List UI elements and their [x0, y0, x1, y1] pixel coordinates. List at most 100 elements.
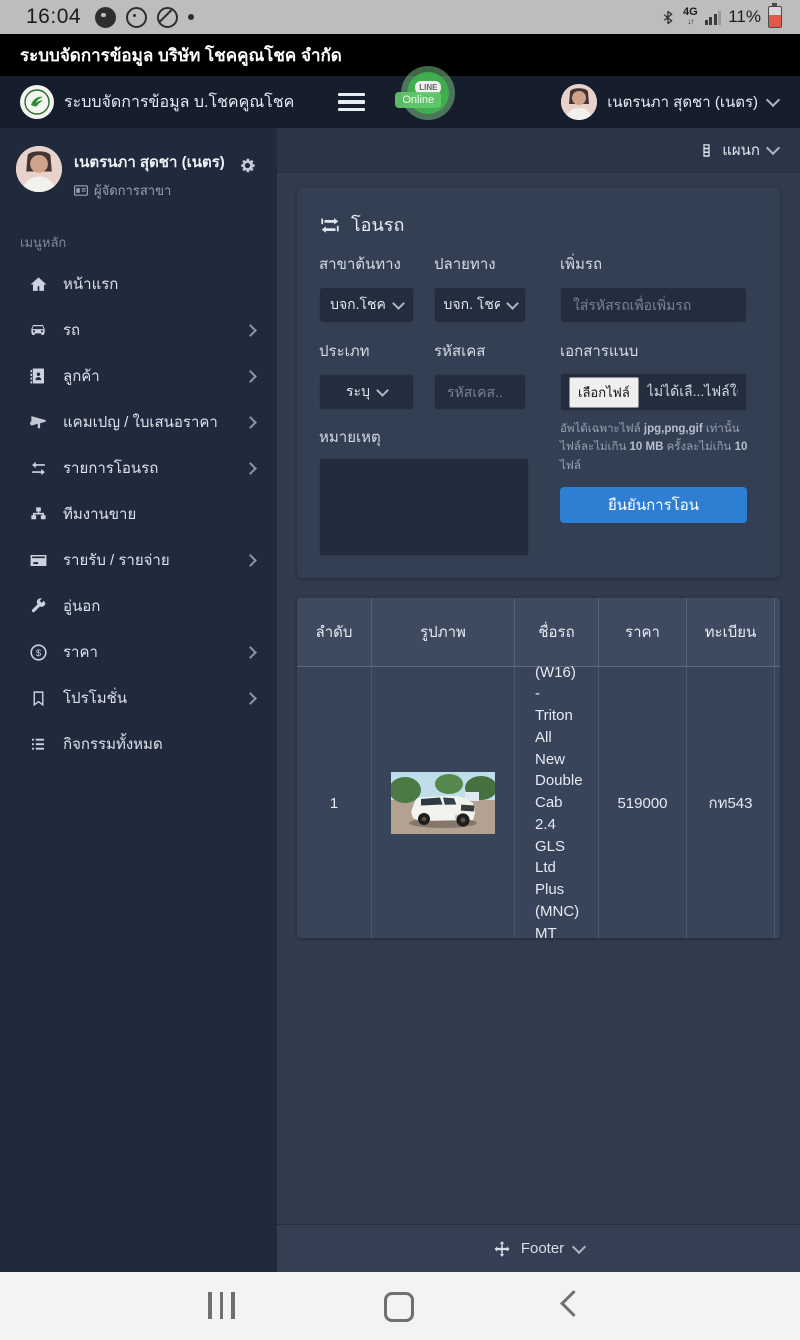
- avatar: [16, 146, 62, 192]
- avatar: [561, 84, 598, 120]
- footer-toggle[interactable]: Footer: [277, 1224, 800, 1272]
- sidebar-menu: หน้าแรก รถ ลูกค้า แคมเปญ / ใบเสนอราคา รา…: [0, 261, 277, 767]
- sidebar-item-transfers[interactable]: รายการโอนรถ: [0, 445, 277, 491]
- id-card-icon: [74, 185, 88, 196]
- sidebar-item-cars[interactable]: รถ: [0, 307, 277, 353]
- add-car-input[interactable]: [560, 287, 747, 323]
- transfer-icon: [321, 217, 339, 233]
- svg-text:$: $: [35, 647, 41, 658]
- col-header-price: ราคา: [599, 598, 687, 666]
- dollar-circle-icon: $: [28, 642, 48, 662]
- chevron-down-icon: [376, 384, 389, 397]
- megaphone-icon: [28, 412, 48, 432]
- sidebar-item-label: ราคา: [63, 644, 98, 661]
- hamburger-menu-icon[interactable]: [338, 92, 366, 112]
- sidebar-item-sales-team[interactable]: ทีมงานขาย: [0, 491, 277, 537]
- sitemap-icon: [28, 504, 48, 524]
- file-status-label: ไม่ได้เลื...ไฟล์ใด: [646, 383, 738, 399]
- car-plate: กท543: [687, 667, 775, 938]
- chevron-down-icon: [572, 1239, 587, 1254]
- home-button[interactable]: [384, 1292, 414, 1322]
- sidebar-item-customers[interactable]: ลูกค้า: [0, 353, 277, 399]
- department-label: แผนก: [722, 142, 760, 159]
- user-name-label: เนตรนภา สุดชา (เนตร): [607, 94, 758, 111]
- chevron-right-icon: [244, 691, 257, 705]
- row-number: 1: [297, 667, 372, 938]
- chevron-down-icon: [392, 297, 405, 310]
- sidebar-item-label: ทีมงานขาย: [63, 506, 137, 523]
- chevron-right-icon: [244, 415, 257, 429]
- type-value: ระบุ: [346, 383, 370, 399]
- sidebar-item-label: รถ: [63, 322, 81, 339]
- gear-icon[interactable]: [238, 156, 257, 175]
- row-extra-cell: [775, 667, 780, 938]
- chevron-right-icon: [244, 323, 257, 337]
- app-brand-title: ระบบจัดการข้อมูล บ.โชคคูณโชค: [64, 93, 295, 111]
- sidebar-item-label: รายรับ / รายจ่าย: [63, 552, 170, 569]
- col-header-no: ลำดับ: [297, 598, 372, 666]
- sidebar-user-name: เนตรนภา สุดชา (เนตร): [74, 154, 225, 171]
- col-header-extra: [775, 598, 780, 666]
- sidebar-item-income-expense[interactable]: รายรับ / รายจ่าย: [0, 537, 277, 583]
- sidebar-item-campaign[interactable]: แคมเปญ / ใบเสนอราคา: [0, 399, 277, 445]
- origin-branch-value: บจก.โชค: [330, 296, 386, 312]
- sidebar-user-panel: เนตรนภา สุดชา (เนตร) ผู้จัดการสาขา: [16, 146, 261, 201]
- destination-select[interactable]: บจก. โชค: [434, 287, 526, 323]
- type-label: ประเภท: [319, 343, 370, 360]
- line-notification-icon: [95, 6, 117, 28]
- credit-card-icon: [28, 550, 48, 570]
- sidebar-item-price[interactable]: $ ราคา: [0, 629, 277, 675]
- chevron-right-icon: [244, 553, 257, 567]
- footer-label: Footer: [520, 1240, 565, 1257]
- sidebar-item-promotion[interactable]: โปรโมชั่น: [0, 675, 277, 721]
- note-textarea[interactable]: [319, 458, 529, 556]
- confirm-transfer-button[interactable]: ยืนยันการโอน: [560, 487, 747, 523]
- clock: 16:04: [26, 5, 82, 28]
- sidebar-item-garage[interactable]: อู่นอก: [0, 583, 277, 629]
- destination-label: ปลายทาง: [434, 256, 496, 273]
- sidebar-section-label: เมนูหลัก: [20, 235, 67, 250]
- car-price: 519000: [599, 667, 687, 938]
- line-online-label: Online: [395, 92, 442, 108]
- android-status-bar: 16:04 4G ↓↑ 11%: [0, 0, 800, 34]
- origin-branch-select[interactable]: บจก.โชค: [319, 287, 414, 323]
- chevron-right-icon: [244, 461, 257, 475]
- address-book-icon: [28, 366, 48, 386]
- bookmark-icon: [28, 688, 48, 708]
- app-logo[interactable]: [20, 85, 54, 119]
- choose-file-button[interactable]: เลือกไฟล์: [569, 376, 639, 408]
- back-button[interactable]: [560, 1290, 587, 1317]
- sidebar-item-activities[interactable]: กิจกรรมทั้งหมด: [0, 721, 277, 767]
- car-photo[interactable]: [391, 772, 495, 834]
- sidebar-item-label: กิจกรรมทั้งหมด: [63, 736, 163, 753]
- recents-button[interactable]: [208, 1292, 235, 1319]
- timer-notification-icon: [126, 6, 148, 28]
- upload-hint: อัพได้เฉพาะไฟล์ jpg,png,gif เท่านั้น ไฟล…: [560, 423, 748, 472]
- attachment-label: เอกสารแนบ: [560, 343, 639, 360]
- col-header-plate: ทะเบียน: [687, 598, 775, 666]
- case-code-input[interactable]: [434, 374, 526, 410]
- chevron-down-icon: [765, 92, 781, 108]
- sidebar-user-role: ผู้จัดการสาขา: [74, 180, 225, 201]
- department-dropdown[interactable]: แผนก: [699, 138, 781, 162]
- sidebar-item-label: ลูกค้า: [63, 368, 100, 385]
- sidebar-item-label: อู่นอก: [63, 598, 101, 615]
- line-online-badge[interactable]: LINE Online: [395, 66, 456, 130]
- browser-title-bar: ระบบจัดการข้อมูล บริษัท โชคคูณโชค จำกัด: [0, 34, 800, 76]
- add-car-label: เพิ่มรถ: [560, 256, 603, 273]
- card-title: โอนรถ: [319, 210, 404, 239]
- network-4g-icon: 4G ↓↑: [683, 6, 698, 27]
- type-select[interactable]: ระบุ: [319, 374, 414, 410]
- col-header-name: ชื่อรถ: [515, 598, 599, 666]
- sidebar-item-home[interactable]: หน้าแรก: [0, 261, 277, 307]
- car-table-card: ลำดับ รูปภาพ ชื่อรถ ราคา ทะเบียน 1 (W16)…: [297, 598, 780, 938]
- battery-percent-label: 11%: [728, 7, 761, 26]
- row-image-cell: [372, 667, 515, 938]
- page-title: ระบบจัดการข้อมูล บริษัท โชคคูณโชค จำกัด: [20, 45, 342, 65]
- sidebar: เนตรนภา สุดชา (เนตร) ผู้จัดการสาขา เมนูห…: [0, 128, 277, 1272]
- content-top-bar: แผนก: [277, 128, 800, 173]
- attachment-file-input[interactable]: เลือกไฟล์ ไม่ได้เลื...ไฟล์ใด: [560, 373, 747, 411]
- move-icon: [494, 1240, 510, 1257]
- sidebar-item-label: โปรโมชั่น: [63, 690, 128, 707]
- user-menu[interactable]: เนตรนภา สุดชา (เนตร): [561, 84, 781, 120]
